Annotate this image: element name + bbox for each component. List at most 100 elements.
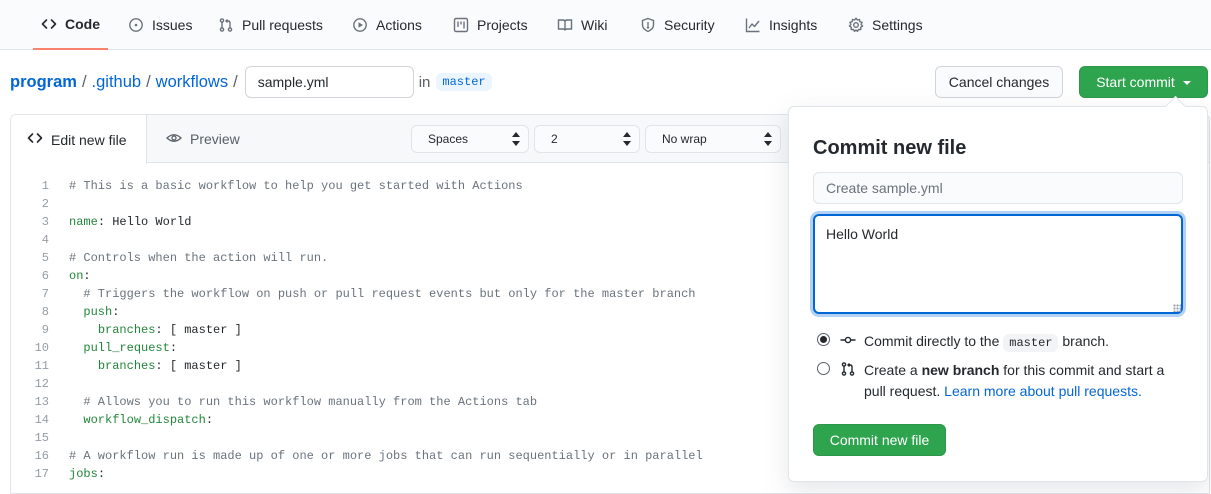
breadcrumb-repo-link[interactable]: program	[10, 73, 77, 92]
book-icon	[557, 17, 573, 33]
tab-settings[interactable]: Settings	[840, 0, 931, 50]
option-commit-directly: Commit directly to the master branch.	[817, 331, 1109, 354]
select-arrows-icon	[623, 132, 631, 146]
wrap-mode-value: No wrap	[662, 132, 707, 146]
indent-size-select[interactable]: 2	[534, 125, 640, 153]
filename-input[interactable]	[244, 66, 414, 98]
option-new-prefix: Create a	[864, 362, 918, 378]
tab-wiki[interactable]: Wiki	[549, 0, 615, 50]
line-content: name: Hello World	[69, 215, 192, 229]
commit-icon	[840, 332, 856, 348]
line-content: push:	[83, 305, 120, 319]
breadcrumb-github-link[interactable]: .github	[92, 73, 142, 92]
tab-label: Wiki	[581, 17, 608, 33]
line-content: # Allows you to run this workflow manual…	[69, 395, 538, 409]
wrap-mode-select[interactable]: No wrap	[645, 125, 781, 153]
tab-label: Security	[664, 17, 715, 33]
line-content	[49, 375, 69, 393]
tab-preview[interactable]: Preview	[166, 115, 240, 163]
pull-request-icon	[218, 17, 234, 33]
line-content: # Controls when the action will run.	[69, 251, 329, 265]
line-content: branches: [ master ]	[97, 359, 242, 373]
commit-new-file-button[interactable]: Commit new file	[813, 424, 946, 456]
commit-description-input[interactable]: Hello World	[813, 214, 1183, 314]
commit-popover: Commit new file Hello World Commit direc…	[788, 106, 1208, 482]
option-commit-directly-text: Commit directly to the master branch.	[864, 331, 1109, 354]
start-commit-label: Start commit	[1096, 74, 1175, 90]
tab-label: Insights	[769, 17, 818, 33]
commit-new-file-label: Commit new file	[829, 432, 930, 448]
option-direct-suffix: branch.	[1062, 333, 1110, 349]
breadcrumb: program / .github / workflows / in maste…	[10, 66, 492, 98]
line-content: pull_request:	[83, 341, 178, 355]
breadcrumb-workflows-link[interactable]: workflows	[156, 73, 228, 92]
line-content: on:	[69, 269, 91, 283]
tab-label: Code	[65, 16, 100, 32]
indent-mode-value: Spaces	[428, 132, 469, 146]
radio-commit-directly[interactable]	[817, 333, 830, 346]
line-number: 2	[41, 197, 49, 211]
start-commit-button[interactable]: Start commit	[1079, 66, 1208, 98]
tab-label: Preview	[190, 131, 240, 147]
line-number: 4	[41, 233, 49, 247]
tab-insights[interactable]: Insights	[737, 0, 825, 50]
commit-summary-input[interactable]	[813, 172, 1183, 204]
line-content: # Triggers the workflow on push or pull …	[69, 287, 696, 301]
line-number: 16	[34, 449, 49, 463]
caret-down-icon	[1182, 81, 1191, 85]
shield-icon	[640, 17, 656, 33]
select-arrows-icon	[764, 132, 772, 146]
option-new-branch-text: Create a new branch for this commit and …	[864, 360, 1187, 402]
line-content	[49, 195, 69, 213]
option-new-bold: new branch	[921, 362, 1000, 378]
tab-pull-requests[interactable]: Pull requests	[210, 0, 331, 50]
play-icon	[352, 17, 368, 33]
tab-edit-new-file[interactable]: Edit new file	[11, 115, 147, 164]
breadcrumb-separator: /	[233, 72, 238, 91]
tab-label: Issues	[152, 17, 193, 33]
resize-grip-icon[interactable]	[1173, 304, 1181, 312]
line-content: branches: [ master ]	[97, 323, 242, 337]
line-content: jobs:	[69, 467, 106, 481]
line-content: # A workflow run is made up of one or mo…	[69, 449, 703, 463]
line-content: workflow_dispatch:	[83, 413, 214, 427]
gear-icon	[848, 17, 864, 33]
line-number: 12	[34, 377, 49, 391]
radio-new-branch[interactable]	[817, 362, 830, 375]
repo-nav: Code Issues Pull requests Actions Projec…	[0, 0, 1211, 50]
tab-label: Settings	[872, 17, 923, 33]
line-content: # This is a basic workflow to help you g…	[69, 179, 523, 193]
line-content	[49, 231, 69, 249]
cancel-changes-label: Cancel changes	[948, 74, 1050, 90]
line-number: 5	[41, 251, 49, 265]
indent-mode-select[interactable]: Spaces	[411, 125, 529, 153]
eye-icon	[166, 130, 182, 149]
line-number: 1	[41, 179, 49, 193]
branch-badge: master	[1003, 334, 1059, 352]
tab-code[interactable]: Code	[33, 0, 108, 50]
cancel-changes-button[interactable]: Cancel changes	[935, 66, 1063, 98]
line-number: 3	[41, 215, 49, 229]
graph-icon	[745, 17, 761, 33]
tab-projects[interactable]: Projects	[445, 0, 536, 50]
line-number: 13	[34, 395, 49, 409]
pull-request-icon	[840, 361, 856, 377]
breadcrumb-separator: /	[146, 72, 151, 91]
tab-issues[interactable]: Issues	[120, 0, 200, 50]
code-icon	[27, 130, 43, 149]
line-number: 6	[41, 269, 49, 283]
select-arrows-icon	[512, 132, 520, 146]
option-new-branch: Create a new branch for this commit and …	[817, 360, 1187, 402]
commit-title: Commit new file	[813, 137, 967, 159]
tab-security[interactable]: Security	[632, 0, 723, 50]
option-direct-prefix: Commit directly to the	[864, 333, 1000, 349]
line-number: 11	[34, 359, 49, 373]
learn-more-pull-requests-link[interactable]: Learn more about pull requests.	[944, 383, 1142, 399]
tab-label: Edit new file	[51, 131, 127, 148]
branch-badge: master	[436, 73, 492, 91]
line-content	[49, 429, 69, 447]
tab-actions[interactable]: Actions	[344, 0, 430, 50]
indent-size-value: 2	[551, 132, 558, 146]
line-number: 7	[41, 287, 49, 301]
tab-label: Projects	[477, 17, 528, 33]
